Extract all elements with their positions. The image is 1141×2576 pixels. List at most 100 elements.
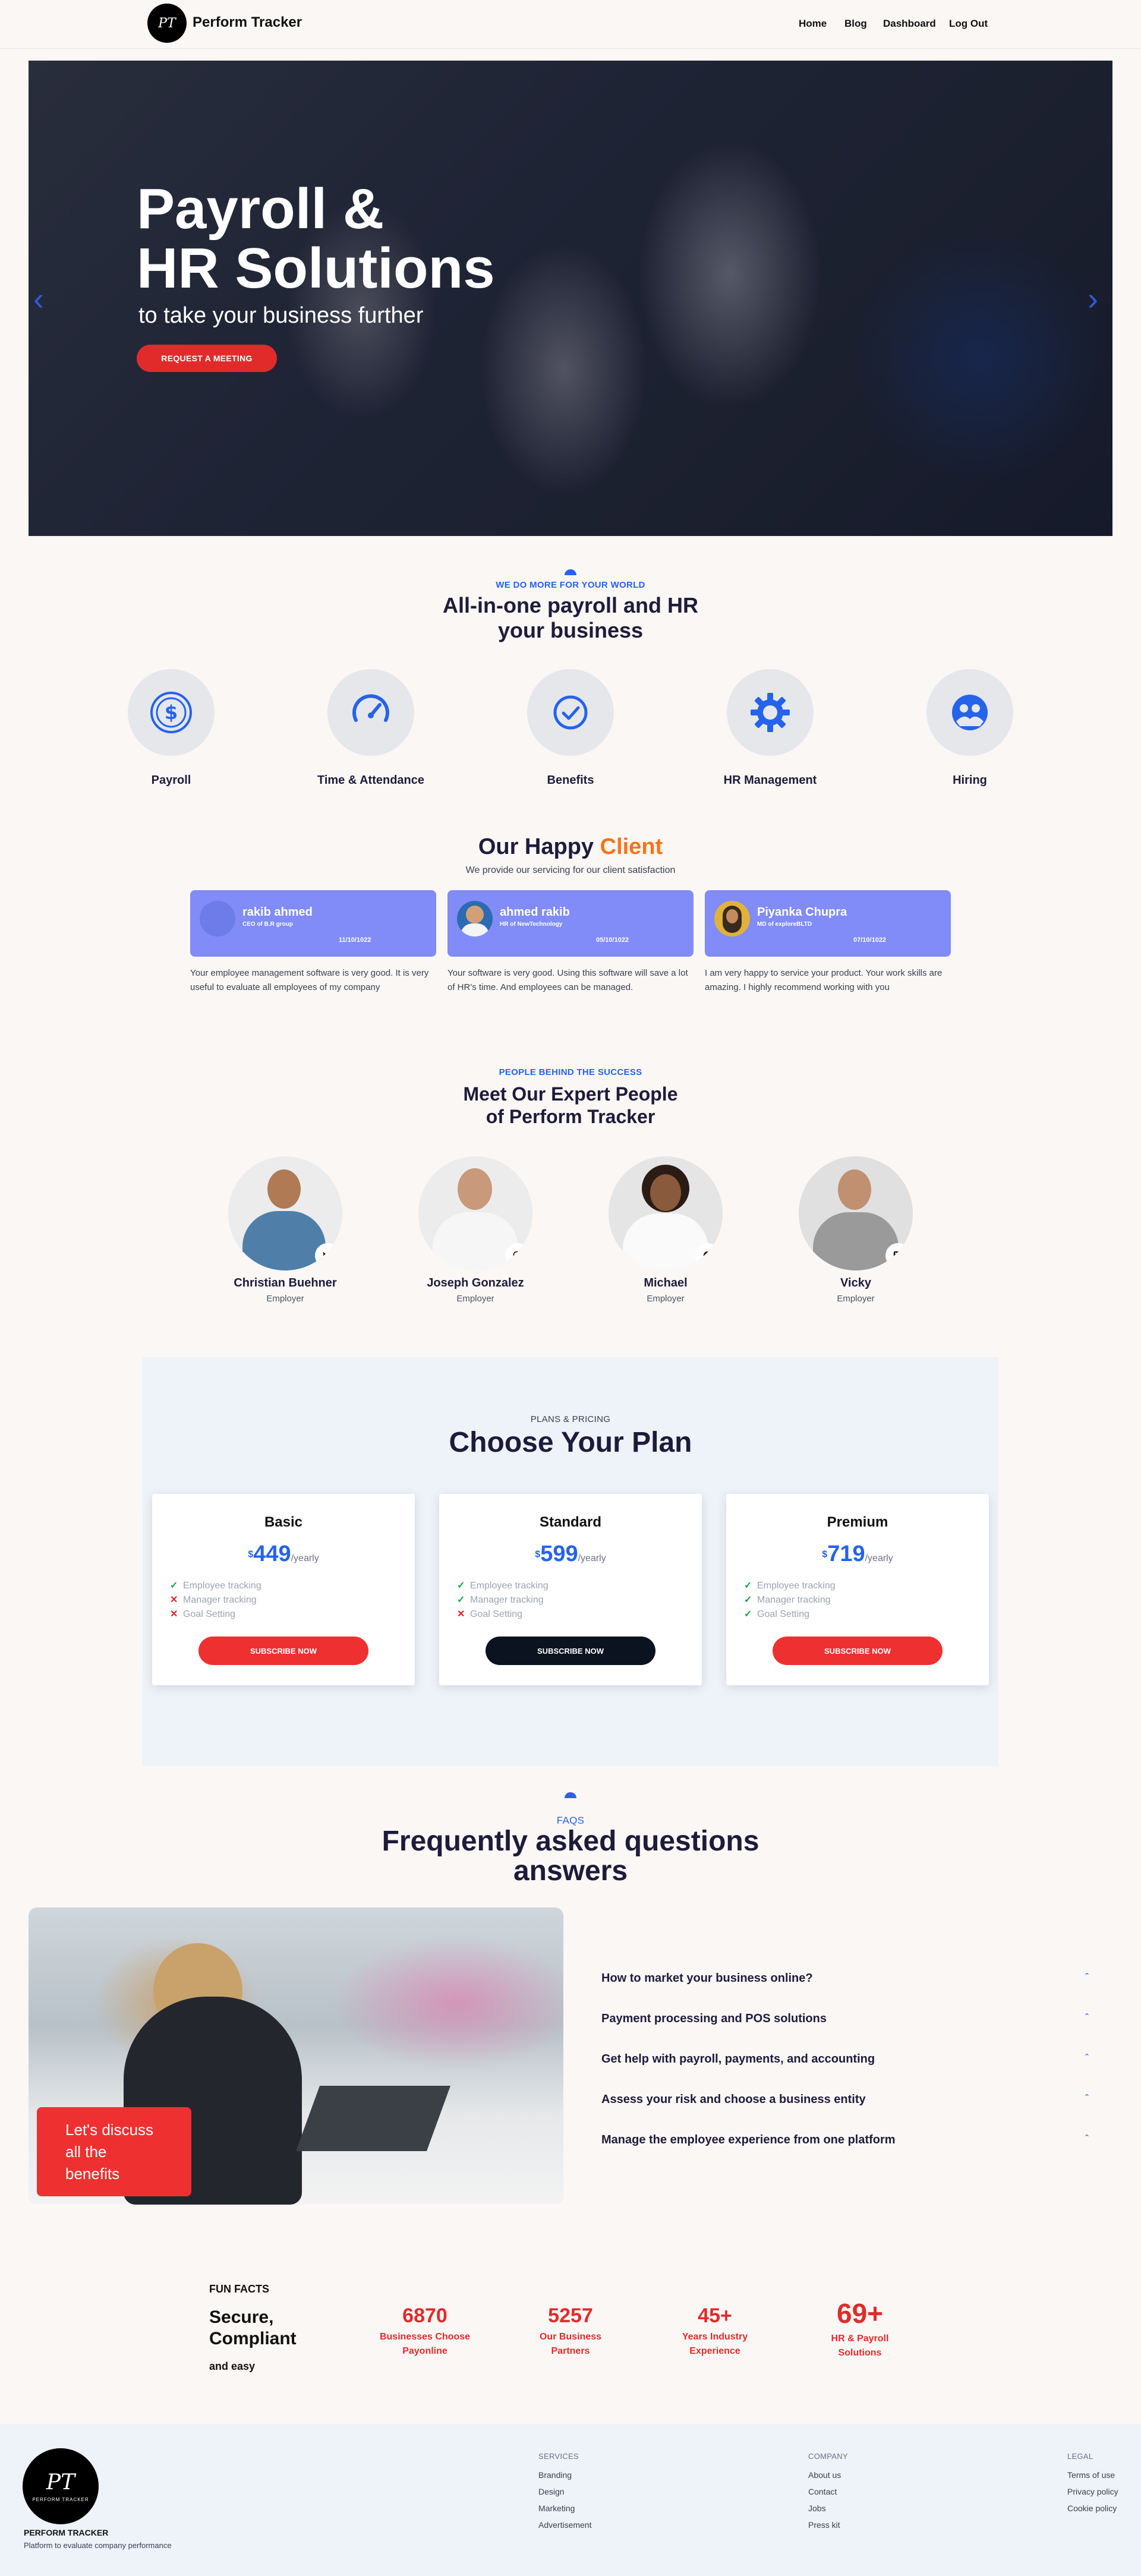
cross-icon: ✕ (170, 1609, 178, 1619)
stat-label: Businesses Choose Payonline (374, 2330, 475, 2359)
footer-link[interactable]: Contact (808, 2487, 848, 2496)
clients-title: Our Happy Client (0, 834, 1141, 860)
instagram-icon[interactable] (505, 1243, 530, 1268)
service-label: Time & Attendance (317, 774, 425, 787)
feature-label: Goal Setting (470, 1609, 523, 1619)
footer-link[interactable]: Branding (538, 2470, 591, 2480)
chevron-up-icon: ˆ (1085, 2052, 1089, 2064)
footer-link[interactable]: Privacy policy (1067, 2487, 1118, 2496)
twitter-icon[interactable] (315, 1243, 340, 1268)
service-label: Hiring (953, 774, 987, 787)
hero-carousel: Payroll & HR Solutions to take your busi… (29, 61, 1112, 536)
stat-label: Our Business Partners (520, 2330, 621, 2359)
footer-link[interactable]: About us (808, 2470, 848, 2480)
subscribe-button[interactable]: SUBSCRIBE NOW (198, 1637, 368, 1665)
nav-link-home[interactable]: Home (799, 18, 827, 30)
service-time-attendance[interactable]: Time & Attendance (300, 669, 442, 787)
footer-link[interactable]: Marketing (538, 2504, 591, 2513)
plan-name: Standard (539, 1514, 601, 1530)
chevron-up-icon: ˆ (1085, 2012, 1089, 2024)
nav-link-dashboard[interactable]: Dashboard (883, 18, 936, 30)
plan-feature: ✓ Employee tracking (744, 1579, 836, 1591)
fun-facts-kicker: FUN FACTS (209, 2283, 269, 2295)
stat-item: 5257 Our Business Partners (520, 2304, 621, 2359)
stat-label-line1: Businesses Choose (379, 2332, 471, 2342)
testimonial-text: Your employee management software is ver… (190, 968, 429, 992)
plan-price: $449/yearly (152, 1541, 415, 1567)
speedometer-icon (327, 669, 414, 756)
avatar (200, 901, 235, 937)
plan-feature: ✓ Manager tracking (744, 1594, 831, 1606)
avatar (714, 901, 750, 937)
subscribe-button[interactable]: SUBSCRIBE NOW (773, 1637, 943, 1665)
stat-label: HR & Payroll Solutions (809, 2332, 910, 2360)
client-name: Piyanka Chupra (757, 906, 847, 919)
faq-question-text: How to market your business online? (601, 1972, 813, 1985)
faq-question[interactable]: Manage the employee experience from one … (601, 2133, 1089, 2147)
client-role: HR of NewTechnology (500, 921, 563, 928)
footer-heading: SERVICES (538, 2452, 579, 2461)
linkedin-icon[interactable] (885, 1243, 910, 1268)
client-name: rakib ahmed (242, 906, 313, 919)
plan-price: $719/yearly (726, 1541, 989, 1567)
avatar (457, 901, 493, 937)
check-icon: ✓ (170, 1581, 178, 1591)
nav-link-blog[interactable]: Blog (844, 18, 867, 30)
check-icon: ✓ (744, 1581, 752, 1591)
facebook-icon[interactable] (695, 1243, 720, 1268)
price-amount: 719 (827, 1541, 865, 1566)
team-title: Meet Our Expert People of Perform Tracke… (0, 1083, 1141, 1128)
avatar (418, 1156, 532, 1270)
hero-title: Payroll & HR Solutions (137, 179, 495, 298)
footer-logo-monogram: PT (46, 2470, 75, 2495)
stat-item: 45+ Years Industry Experience (664, 2304, 765, 2359)
clients-subtitle: We provide our servicing for our client … (465, 865, 676, 875)
clients-title-accent: Client (600, 834, 663, 859)
service-label: Payroll (151, 774, 191, 787)
footer-link[interactable]: Press kit (808, 2520, 848, 2530)
stat-label-line2: Partners (551, 2346, 590, 2356)
plan-card-standard: Standard $599/yearly ✓ Employee tracking … (439, 1494, 702, 1685)
footer-link[interactable]: Advertisement (538, 2520, 591, 2530)
faq-question-text: Manage the employee experience from one … (601, 2133, 896, 2146)
footer-link[interactable]: Terms of use (1067, 2470, 1118, 2480)
faq-question[interactable]: Get help with payroll, payments, and acc… (601, 2052, 1089, 2066)
faq-question-text: Get help with payroll, payments, and acc… (601, 2052, 875, 2066)
plan-feature: ✓ Manager tracking (457, 1594, 544, 1606)
subscribe-button[interactable]: SUBSCRIBE NOW (486, 1637, 655, 1665)
people-icon (926, 669, 1013, 756)
chevron-right-icon[interactable]: › (1088, 280, 1098, 317)
footer-link[interactable]: Cookie policy (1067, 2504, 1118, 2513)
footer-heading: LEGAL (1067, 2452, 1093, 2461)
testimonial-text: I am very happy to service your product.… (705, 968, 943, 992)
faq-question[interactable]: Payment processing and POS solutions ˆ (601, 2012, 1089, 2026)
chevron-up-icon: ˆ (1085, 2093, 1089, 2105)
service-hiring[interactable]: Hiring (899, 669, 1041, 787)
check-circle-icon (527, 669, 614, 756)
service-payroll[interactable]: $ Payroll (100, 669, 242, 787)
top-nav: PT Perform Tracker Home Blog Dashboard L… (0, 0, 1141, 49)
team-title-line2: of Perform Tracker (486, 1106, 655, 1127)
faq-question[interactable]: How to market your business online? ˆ (601, 1972, 1089, 1985)
service-label: HR Management (723, 774, 817, 787)
services-kicker: WE DO MORE FOR YOUR WORLD (496, 580, 645, 590)
services-title-line1: All-in-one payroll and HR (442, 593, 698, 617)
service-hr-management[interactable]: HR Management (699, 669, 841, 787)
brand-name[interactable]: Perform Tracker (193, 14, 302, 31)
check-icon: ✓ (457, 1581, 465, 1591)
footer-link[interactable]: Jobs (808, 2504, 848, 2513)
price-period: /yearly (578, 1553, 606, 1563)
plan-feature: ✕ Goal Setting (457, 1608, 522, 1620)
service-benefits[interactable]: Benefits (499, 669, 642, 787)
member-name: Vicky (840, 1276, 871, 1289)
stat-number: 6870 (402, 2304, 447, 2327)
chevron-left-icon[interactable]: ‹ (33, 280, 44, 317)
cta-line2: all the (65, 2143, 107, 2161)
discuss-benefits-card[interactable]: Let's discuss all the benefits (37, 2107, 191, 2196)
faq-question[interactable]: Assess your risk and choose a business e… (601, 2093, 1089, 2107)
nav-link-logout[interactable]: Log Out (949, 18, 988, 30)
request-meeting-button[interactable]: REQUEST A MEETING (137, 345, 277, 372)
footer-logo[interactable]: PT PERFORM TRACKER (23, 2448, 99, 2524)
footer-link[interactable]: Design (538, 2487, 591, 2496)
logo[interactable]: PT (147, 4, 187, 43)
